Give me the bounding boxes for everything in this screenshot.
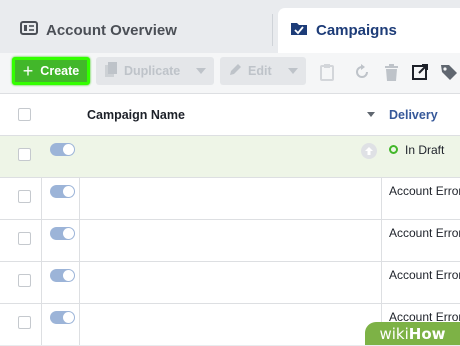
edit-button[interactable]: Edit — [220, 57, 306, 85]
delivery-status: Account Error — [389, 268, 460, 282]
row-checkbox[interactable] — [18, 316, 31, 329]
copy-icon — [104, 61, 118, 81]
sort-caret-icon[interactable] — [367, 112, 375, 117]
row-checkbox[interactable] — [18, 232, 31, 245]
trash-icon[interactable] — [380, 61, 402, 83]
export-icon[interactable] — [410, 61, 432, 83]
watermark-suffix: How — [408, 324, 446, 343]
campaign-toggle[interactable] — [50, 311, 75, 324]
table-row[interactable]: Account Error — [0, 262, 460, 304]
duplicate-button[interactable]: Duplicate — [96, 57, 214, 85]
chevron-down-icon[interactable] — [288, 68, 298, 74]
row-checkbox[interactable] — [18, 190, 31, 203]
campaign-toggle[interactable] — [50, 143, 75, 156]
row-checkbox[interactable] — [18, 148, 31, 161]
wikihow-watermark: wiki How — [365, 322, 460, 345]
delivery-header[interactable]: Delivery — [389, 108, 438, 122]
delivery-text: In Draft — [405, 143, 445, 157]
campaign-toggle[interactable] — [50, 227, 75, 240]
status-dot-icon — [389, 145, 398, 155]
select-all-checkbox[interactable] — [18, 108, 31, 121]
create-label: Create — [40, 64, 80, 78]
tab-divider — [272, 14, 273, 46]
arrow-up-icon[interactable] — [361, 143, 377, 159]
document-icon — [20, 21, 38, 40]
watermark-prefix: wiki — [379, 324, 409, 343]
edit-label: Edit — [248, 64, 272, 78]
folder-check-icon — [290, 20, 308, 41]
tab-bar: Account Overview Campaigns — [0, 0, 460, 53]
table-row[interactable]: Account Error — [0, 178, 460, 220]
table-row[interactable]: Account Error — [0, 220, 460, 262]
campaigns-table: Campaign Name Delivery In Draft Account … — [0, 94, 460, 345]
create-button[interactable]: + Create — [12, 57, 90, 85]
pencil-icon — [228, 63, 242, 80]
table-row[interactable]: In Draft — [0, 136, 460, 178]
tab-label: Campaigns — [316, 22, 397, 39]
table-header: Campaign Name Delivery — [0, 94, 460, 136]
campaign-toggle[interactable] — [50, 185, 75, 198]
duplicate-label: Duplicate — [124, 64, 181, 78]
tab-account-overview[interactable]: Account Overview — [0, 8, 270, 53]
refresh-icon[interactable] — [351, 61, 373, 83]
tab-label: Account Overview — [46, 22, 177, 39]
tag-icon[interactable] — [438, 61, 460, 83]
row-checkbox[interactable] — [18, 274, 31, 287]
campaign-toggle[interactable] — [50, 269, 75, 282]
toolbar: + Create Duplicate Edit — [0, 53, 460, 94]
chevron-down-icon[interactable] — [196, 68, 206, 74]
tab-campaigns[interactable]: Campaigns — [278, 8, 460, 53]
delivery-status: In Draft — [389, 143, 444, 157]
plus-icon: + — [22, 61, 34, 81]
clipboard-icon[interactable] — [316, 61, 338, 83]
delivery-status: Account Error — [389, 184, 460, 198]
campaign-name-header[interactable]: Campaign Name — [87, 108, 185, 122]
delivery-status: Account Error — [389, 226, 460, 240]
